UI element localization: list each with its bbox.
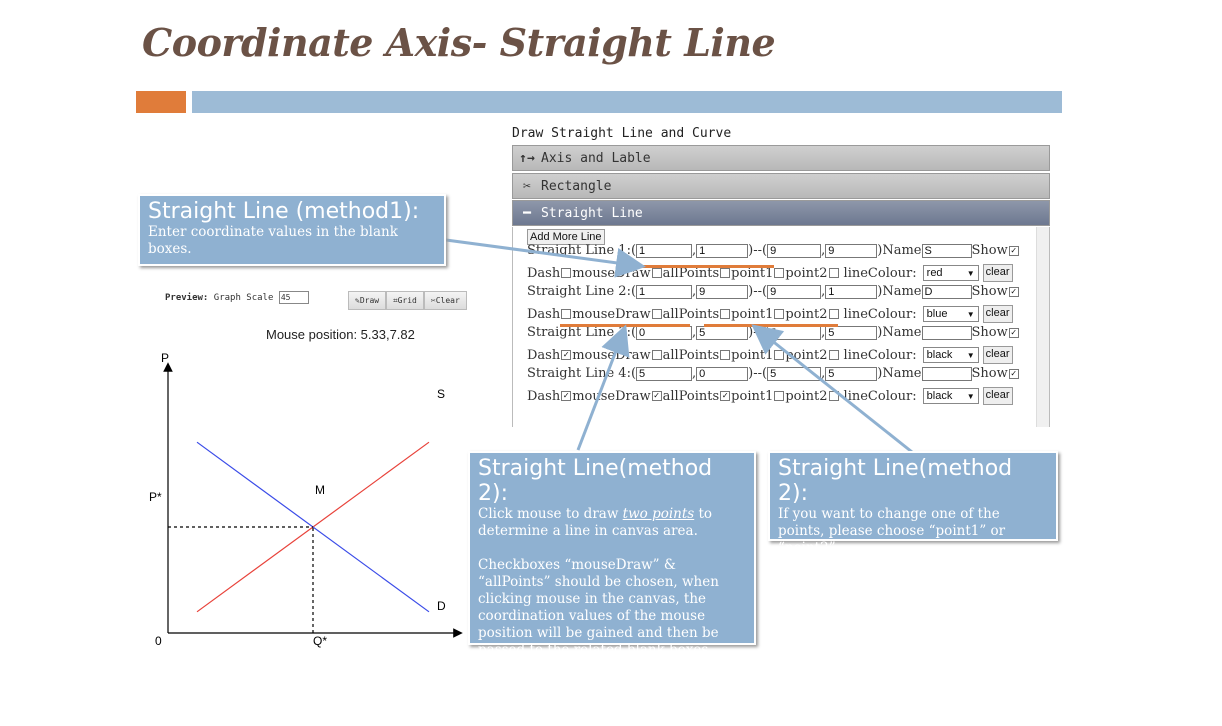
callout-method2-body2: Checkboxes “mouseDraw” & “allPoints” sho… <box>478 557 719 658</box>
callout-method1-body: Enter coordinate values in the blank box… <box>148 224 398 257</box>
callout-method2-body-pre: Click mouse to draw <box>478 506 623 522</box>
callout-method2-title: Straight Line(method 2): <box>478 456 713 506</box>
callout-method2-mouse: Straight Line(method 2): Click mouse to … <box>468 451 756 658</box>
callout-method2b-title: Straight Line(method 2): <box>778 456 1013 506</box>
callout-method2b-body: If you want to change one of the points,… <box>778 506 1006 556</box>
callout-method2-body-em: two points <box>622 506 695 522</box>
callout-method2-points: Straight Line(method 2): If you want to … <box>768 451 1058 556</box>
callout-method1-title: Straight Line (method1): <box>148 199 420 224</box>
callout-method2-body: Click mouse to draw two points to determ… <box>478 506 746 540</box>
callout-method1: Straight Line (method1): Enter coordinat… <box>138 194 446 266</box>
